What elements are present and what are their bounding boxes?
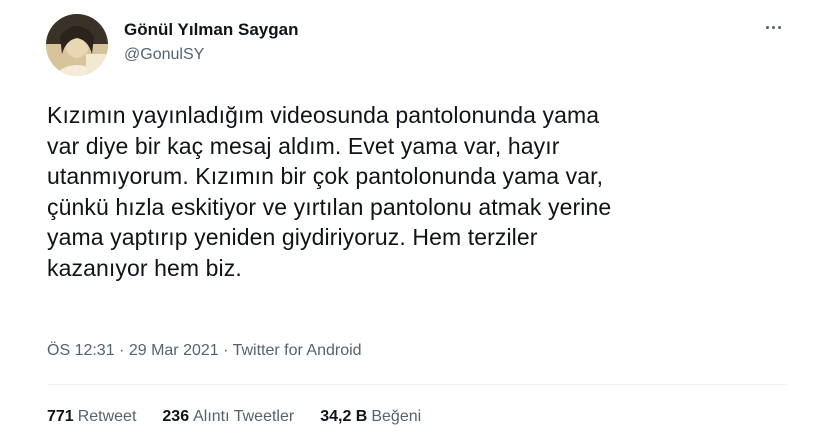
- retweets-stat[interactable]: 771 Retweet: [47, 408, 136, 426]
- tweet-card: Gönül Yılman Saygan @GonulSY Kızımın yay…: [0, 0, 820, 435]
- divider: [47, 384, 787, 385]
- avatar-image: [46, 14, 108, 76]
- more-options-icon[interactable]: [760, 14, 786, 40]
- dot: [771, 25, 775, 29]
- likes-stat[interactable]: 34,2 B Beğeni: [320, 408, 421, 426]
- retweets-count: 771: [47, 408, 74, 425]
- tweet-source[interactable]: Twitter for Android: [233, 342, 362, 359]
- dot: [765, 25, 769, 29]
- likes-label: Beğeni: [371, 408, 422, 425]
- dot: [777, 25, 781, 29]
- tweet-time[interactable]: ÖS 12:31: [47, 342, 115, 359]
- meta-separator: ·: [218, 342, 233, 359]
- avatar[interactable]: [46, 14, 108, 76]
- quotes-count: 236: [162, 408, 190, 425]
- tweet-stats: 771 Retweet 236 Alıntı Tweetler 34,2 B Beğe…: [47, 408, 421, 426]
- quotes-label: Alıntı Tweetler: [193, 408, 295, 425]
- author-name[interactable]: Gönül Yılman Saygan: [124, 20, 298, 40]
- likes-count: 34,2 B: [320, 408, 368, 425]
- tweet-text: Kızımın yayınladığım videosunda pantolon…: [47, 102, 612, 281]
- meta-separator: ·: [114, 342, 129, 359]
- author-handle[interactable]: @GonulSY: [124, 46, 204, 64]
- retweets-label: Retweet: [77, 408, 137, 425]
- tweet-meta: ÖS 12:31 · 29 Mar 2021 · Twitter for And…: [47, 342, 362, 360]
- tweet-date[interactable]: 29 Mar 2021: [129, 342, 219, 359]
- quotes-stat[interactable]: 236 Alıntı Tweetler: [162, 408, 294, 426]
